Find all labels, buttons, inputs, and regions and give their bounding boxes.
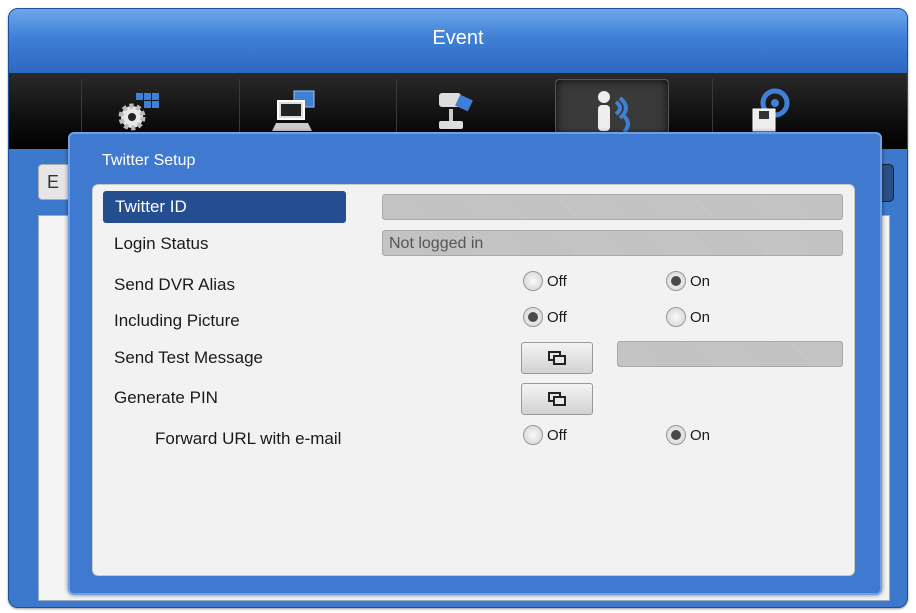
twitter-id-field[interactable] <box>382 194 843 220</box>
radio-on-icon <box>666 425 686 445</box>
forward-url-off-radio[interactable]: Off <box>523 425 567 445</box>
twitter-setup-dialog: Twitter Setup Twitter ID Login Status No… <box>68 132 882 595</box>
radio-on-icon <box>523 307 543 327</box>
storage-disk-icon <box>752 88 790 132</box>
radio-off-icon <box>523 425 543 445</box>
network-computer-icon <box>272 90 315 131</box>
twitter-id-label[interactable]: Twitter ID <box>103 191 346 223</box>
send-dvr-alias-label: Send DVR Alias <box>114 275 235 294</box>
send-window-icon <box>548 351 566 365</box>
including-picture-on-radio[interactable]: On <box>666 307 710 327</box>
radio-on-icon <box>666 271 686 291</box>
settings-grid-icon <box>118 93 159 131</box>
radio-off-icon <box>523 271 543 291</box>
title-bar: Event <box>9 9 907 73</box>
camera-joystick-icon <box>439 93 473 129</box>
dialog-body: Twitter ID Login Status Not logged in Se… <box>92 184 855 576</box>
login-status-field: Not logged in <box>382 230 843 256</box>
send-test-message-button[interactable] <box>521 342 593 374</box>
send-dvr-alias-off-radio[interactable]: Off <box>523 271 567 291</box>
dialog-title: Twitter Setup <box>102 152 196 169</box>
login-status-label: Login Status <box>114 234 209 253</box>
including-picture-off-radio[interactable]: Off <box>523 307 567 327</box>
send-test-message-label: Send Test Message <box>114 348 263 367</box>
forward-url-label: Forward URL with e-mail <box>155 429 342 448</box>
forward-url-on-radio[interactable]: On <box>666 425 710 445</box>
radio-off-icon <box>666 307 686 327</box>
person-waves-icon <box>598 91 630 134</box>
generate-pin-button[interactable] <box>521 383 593 415</box>
including-picture-label: Including Picture <box>114 311 240 330</box>
window-title: Event <box>432 27 484 49</box>
generate-pin-label: Generate PIN <box>114 388 218 407</box>
test-message-result-field <box>617 341 843 367</box>
generate-window-icon <box>548 392 566 406</box>
send-dvr-alias-on-radio[interactable]: On <box>666 271 710 291</box>
